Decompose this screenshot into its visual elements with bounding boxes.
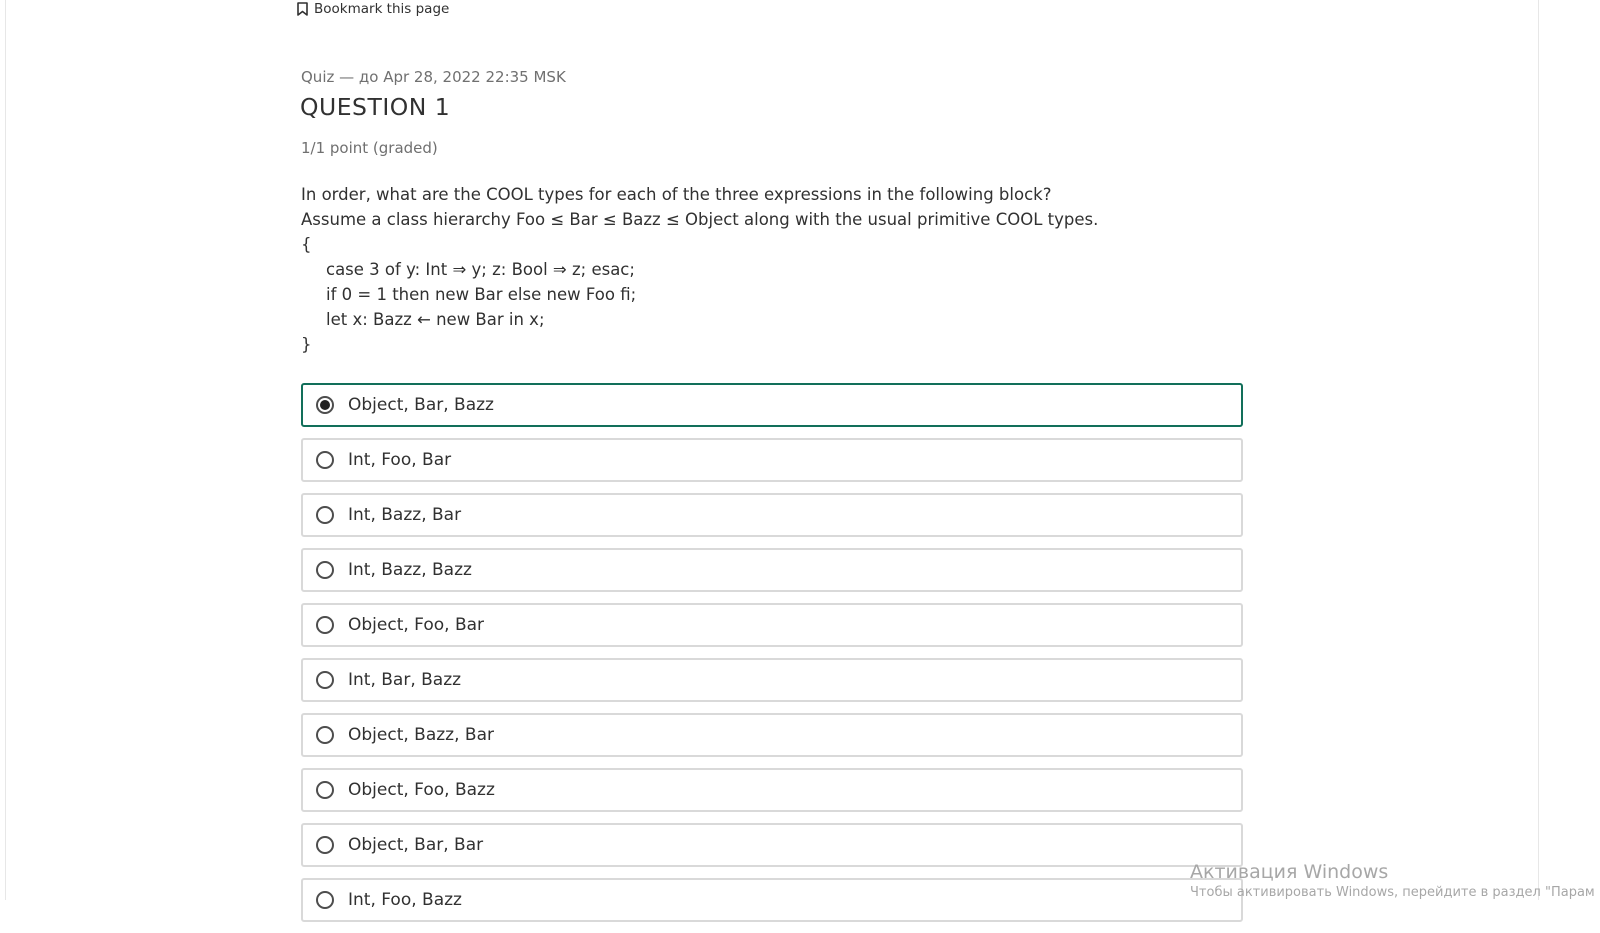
answer-option-label: Int, Foo, Bar — [348, 450, 452, 470]
answer-option[interactable]: Object, Bazz, Bar — [301, 713, 1243, 757]
windows-activation-watermark: Активация Windows Чтобы активировать Win… — [1190, 860, 1595, 902]
answer-option[interactable]: Int, Foo, Bazz — [301, 878, 1243, 922]
code-line: } — [301, 335, 312, 354]
answer-option-label: Object, Bazz, Bar — [348, 725, 494, 745]
question-title: QUESTION 1 — [300, 93, 451, 121]
code-line: if 0 = 1 then new Bar else new Foo fi; — [326, 285, 637, 304]
answer-option-label: Int, Foo, Bazz — [348, 890, 462, 910]
bookmark-icon — [297, 2, 308, 16]
answer-option-label: Object, Bar, Bazz — [348, 395, 494, 415]
code-line: { — [301, 235, 312, 254]
quiz-due-date: Quiz — до Apr 28, 2022 22:35 MSK — [301, 68, 566, 86]
radio-icon[interactable] — [316, 451, 334, 469]
watermark-text: Чтобы активировать Windows, перейдите в … — [1190, 885, 1595, 900]
bookmark-label: Bookmark this page — [314, 1, 450, 17]
answer-option[interactable]: Object, Foo, Bar — [301, 603, 1243, 647]
radio-icon[interactable] — [316, 671, 334, 689]
prompt-line: In order, what are the COOL types for ea… — [301, 185, 1052, 204]
radio-icon[interactable] — [316, 506, 334, 524]
radio-icon[interactable] — [316, 561, 334, 579]
answer-option-label: Int, Bazz, Bar — [348, 505, 462, 525]
prompt-line: Assume a class hierarchy Foo ≤ Bar ≤ Baz… — [301, 210, 1099, 229]
bookmark-button[interactable]: Bookmark this page — [297, 0, 449, 18]
radio-dot-icon — [320, 400, 330, 410]
answer-option[interactable]: Object, Foo, Bazz — [301, 768, 1243, 812]
answer-option[interactable]: Object, Bar, Bar — [301, 823, 1243, 867]
answer-option[interactable]: Int, Foo, Bar — [301, 438, 1243, 482]
radio-icon[interactable] — [316, 836, 334, 854]
radio-icon[interactable] — [316, 616, 334, 634]
answer-option[interactable]: Int, Bar, Bazz — [301, 658, 1243, 702]
code-line: let x: Bazz ← new Bar in x; — [326, 310, 545, 329]
question-points: 1/1 point (graded) — [301, 139, 438, 157]
answer-option[interactable]: Int, Bazz, Bazz — [301, 548, 1243, 592]
watermark-title: Активация Windows — [1190, 861, 1389, 883]
question-prompt: In order, what are the COOL types for ea… — [301, 182, 1098, 357]
radio-selected-icon[interactable] — [316, 396, 334, 414]
answer-option[interactable]: Int, Bazz, Bar — [301, 493, 1243, 537]
answer-choices: Object, Bar, Bazz Int, Foo, Bar Int, Bazz,… — [301, 383, 1243, 933]
answer-option-label: Int, Bazz, Bazz — [348, 560, 472, 580]
answer-option-label: Object, Foo, Bazz — [348, 780, 495, 800]
answer-option-label: Object, Foo, Bar — [348, 615, 485, 635]
radio-icon[interactable] — [316, 891, 334, 909]
radio-icon[interactable] — [316, 726, 334, 744]
answer-option-label: Object, Bar, Bar — [348, 835, 484, 855]
radio-icon[interactable] — [316, 781, 334, 799]
answer-option-label: Int, Bar, Bazz — [348, 670, 462, 690]
answer-option[interactable]: Object, Bar, Bazz — [301, 383, 1243, 427]
code-line: case 3 of y: Int ⇒ y; z: Bool ⇒ z; esac; — [326, 260, 635, 279]
